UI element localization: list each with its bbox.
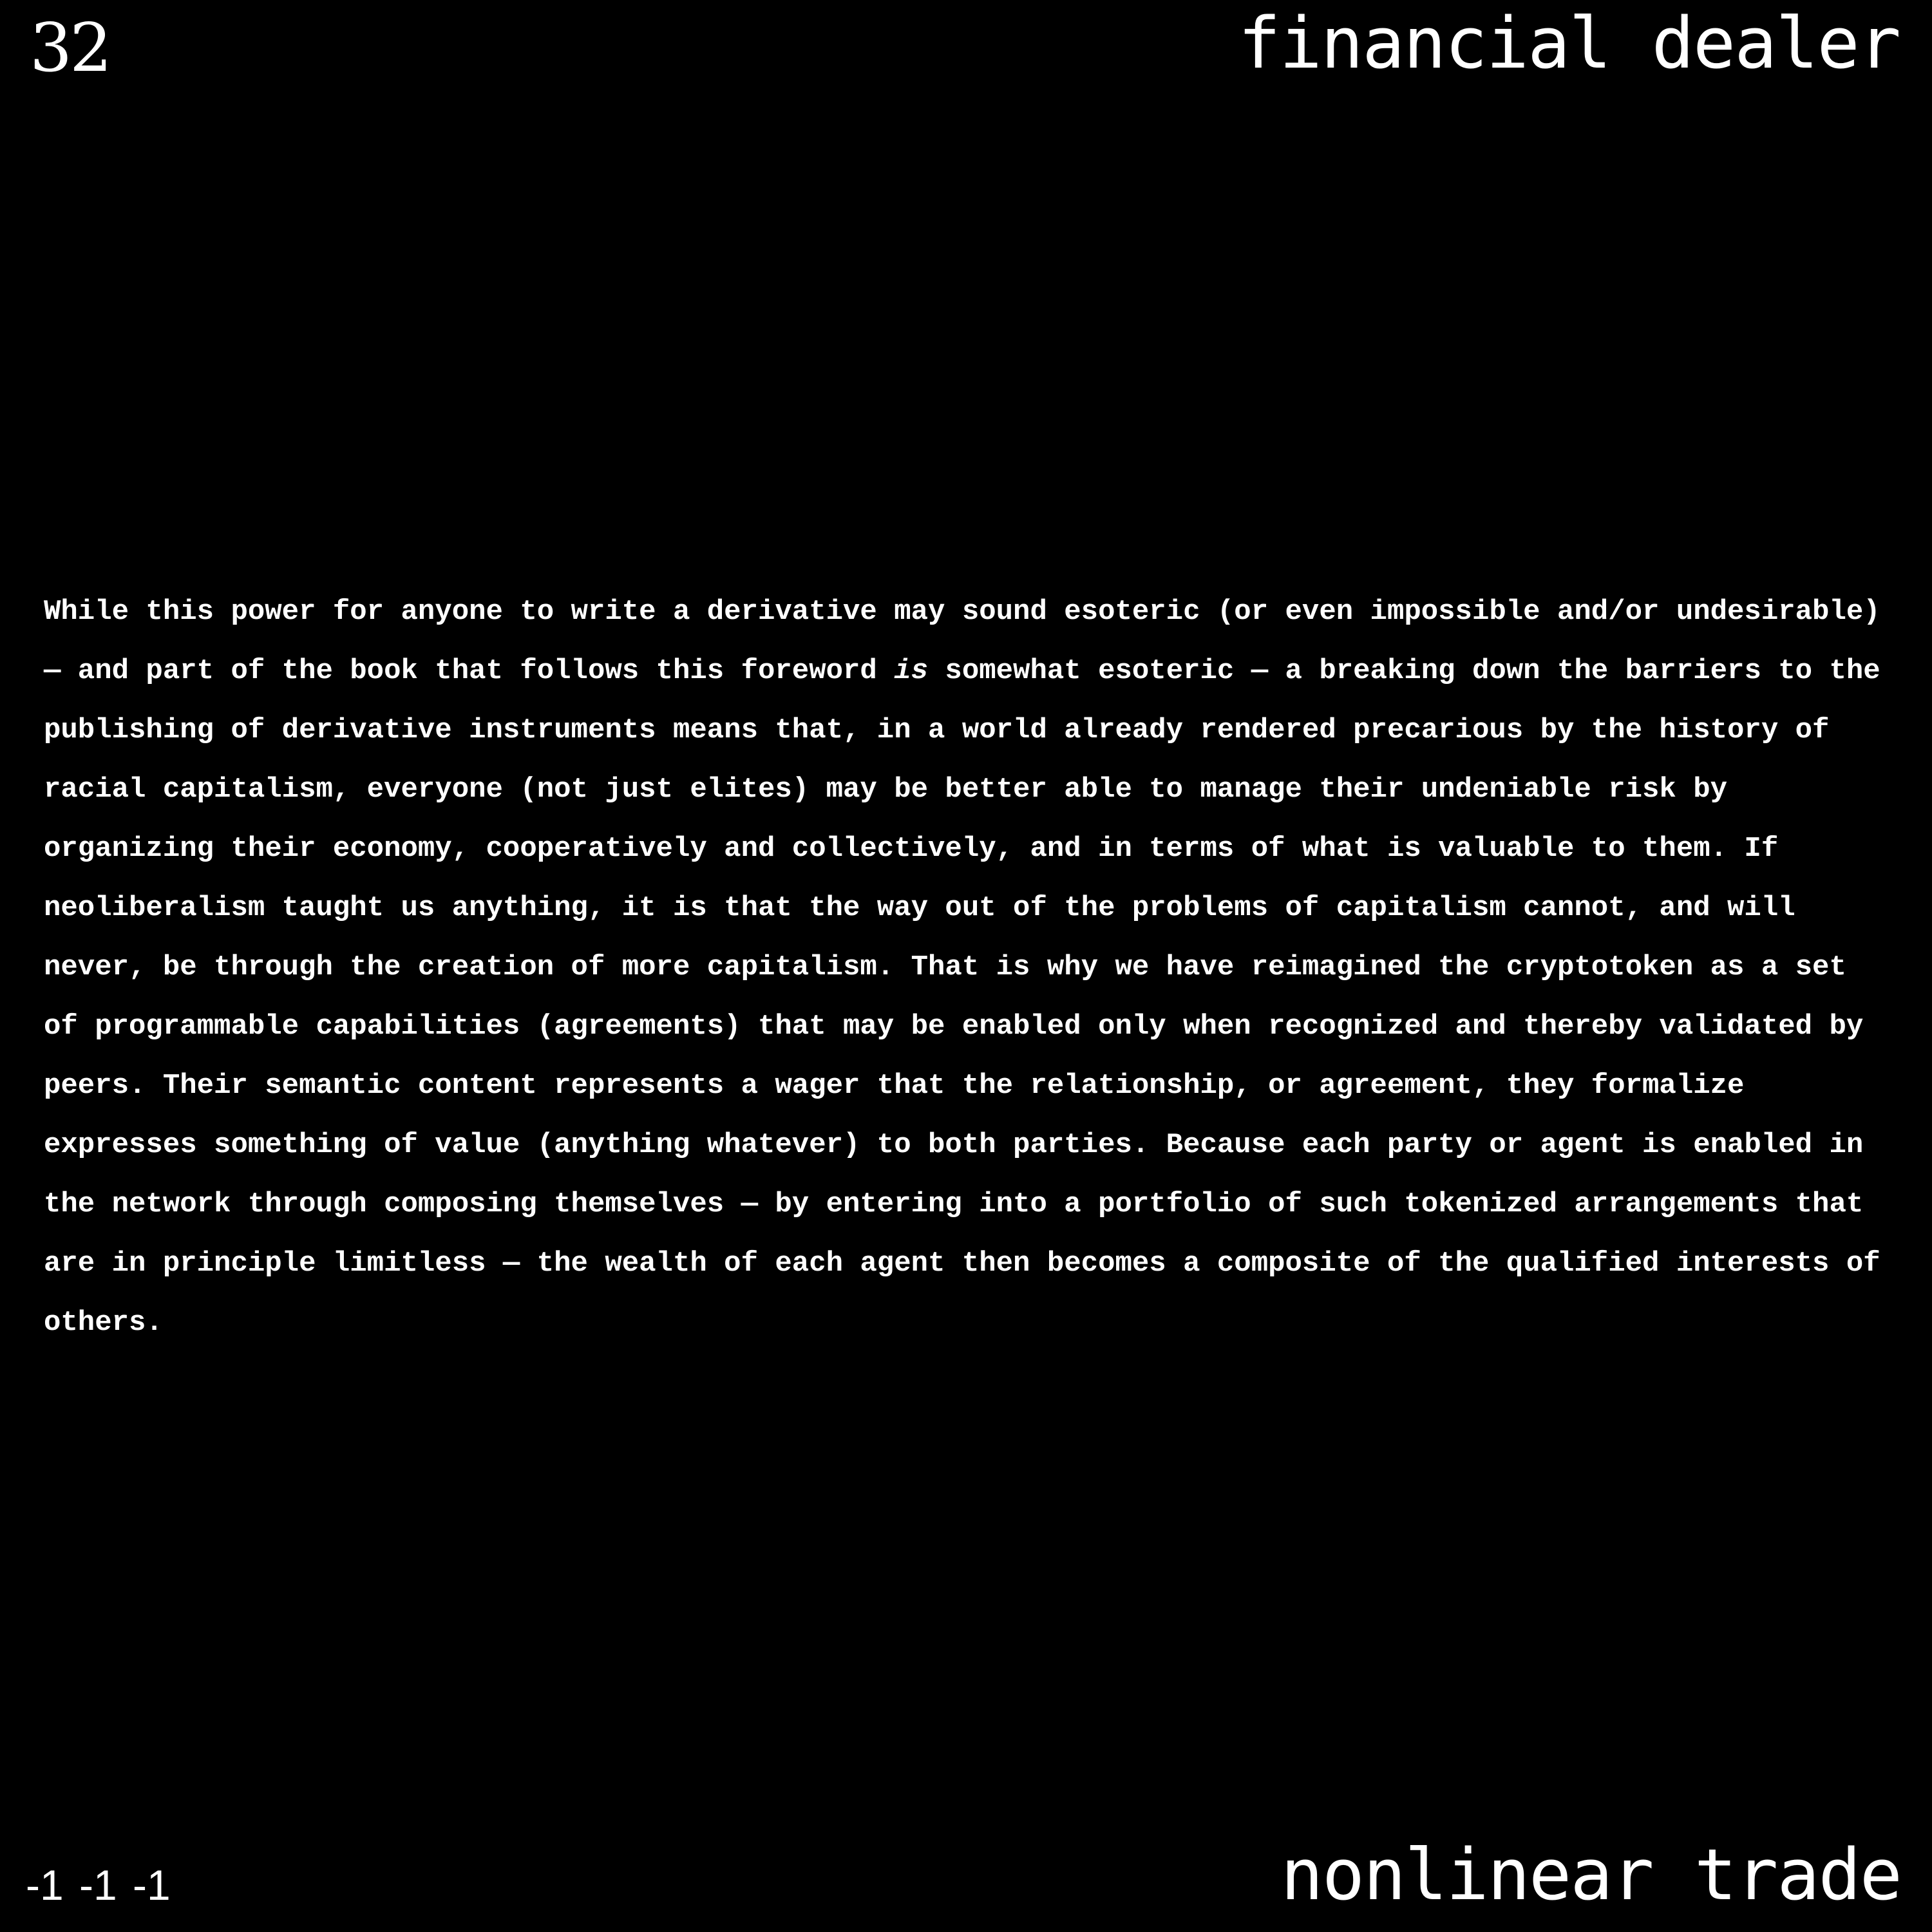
- paragraph-line: organizing their economy, cooperatively …: [44, 833, 1779, 865]
- footer-title: nonlinear trade: [1280, 1833, 1902, 1916]
- paragraph-line: While this power for anyone to write a d…: [44, 596, 1880, 628]
- paragraph-line: publishing of derivative instruments mea…: [44, 714, 1830, 746]
- paragraph-line: never, be through the creation of more c…: [44, 951, 1846, 983]
- paragraph-line: peers. Their semantic content represents…: [44, 1070, 1745, 1102]
- line-segment: — and part of the book that follows this…: [44, 655, 895, 687]
- emphasized-word: is: [894, 655, 929, 687]
- paragraph-line: neoliberalism taught us anything, it is …: [44, 892, 1795, 924]
- page-number: 32: [30, 8, 112, 87]
- paragraph-line: — and part of the book that follows this…: [44, 641, 1899, 701]
- paragraph-line: of programmable capabilities (agreements…: [44, 1010, 1864, 1043]
- header-title: financial dealer: [1238, 2, 1901, 84]
- paragraph-line: are in principle limitless — the wealth …: [44, 1247, 1880, 1280]
- paragraph-line: the network through composing themselves…: [44, 1188, 1864, 1220]
- paragraph-line: expresses something of value (anything w…: [44, 1129, 1864, 1161]
- line-segment: somewhat esoteric — a breaking down the …: [928, 655, 1880, 687]
- footer-code: -1 -1 -1: [26, 1861, 171, 1909]
- body-paragraph: While this power for anyone to write a d…: [44, 582, 1899, 1352]
- paragraph-line: others.: [44, 1307, 163, 1339]
- paragraph-line: racial capitalism, everyone (not just el…: [44, 773, 1728, 806]
